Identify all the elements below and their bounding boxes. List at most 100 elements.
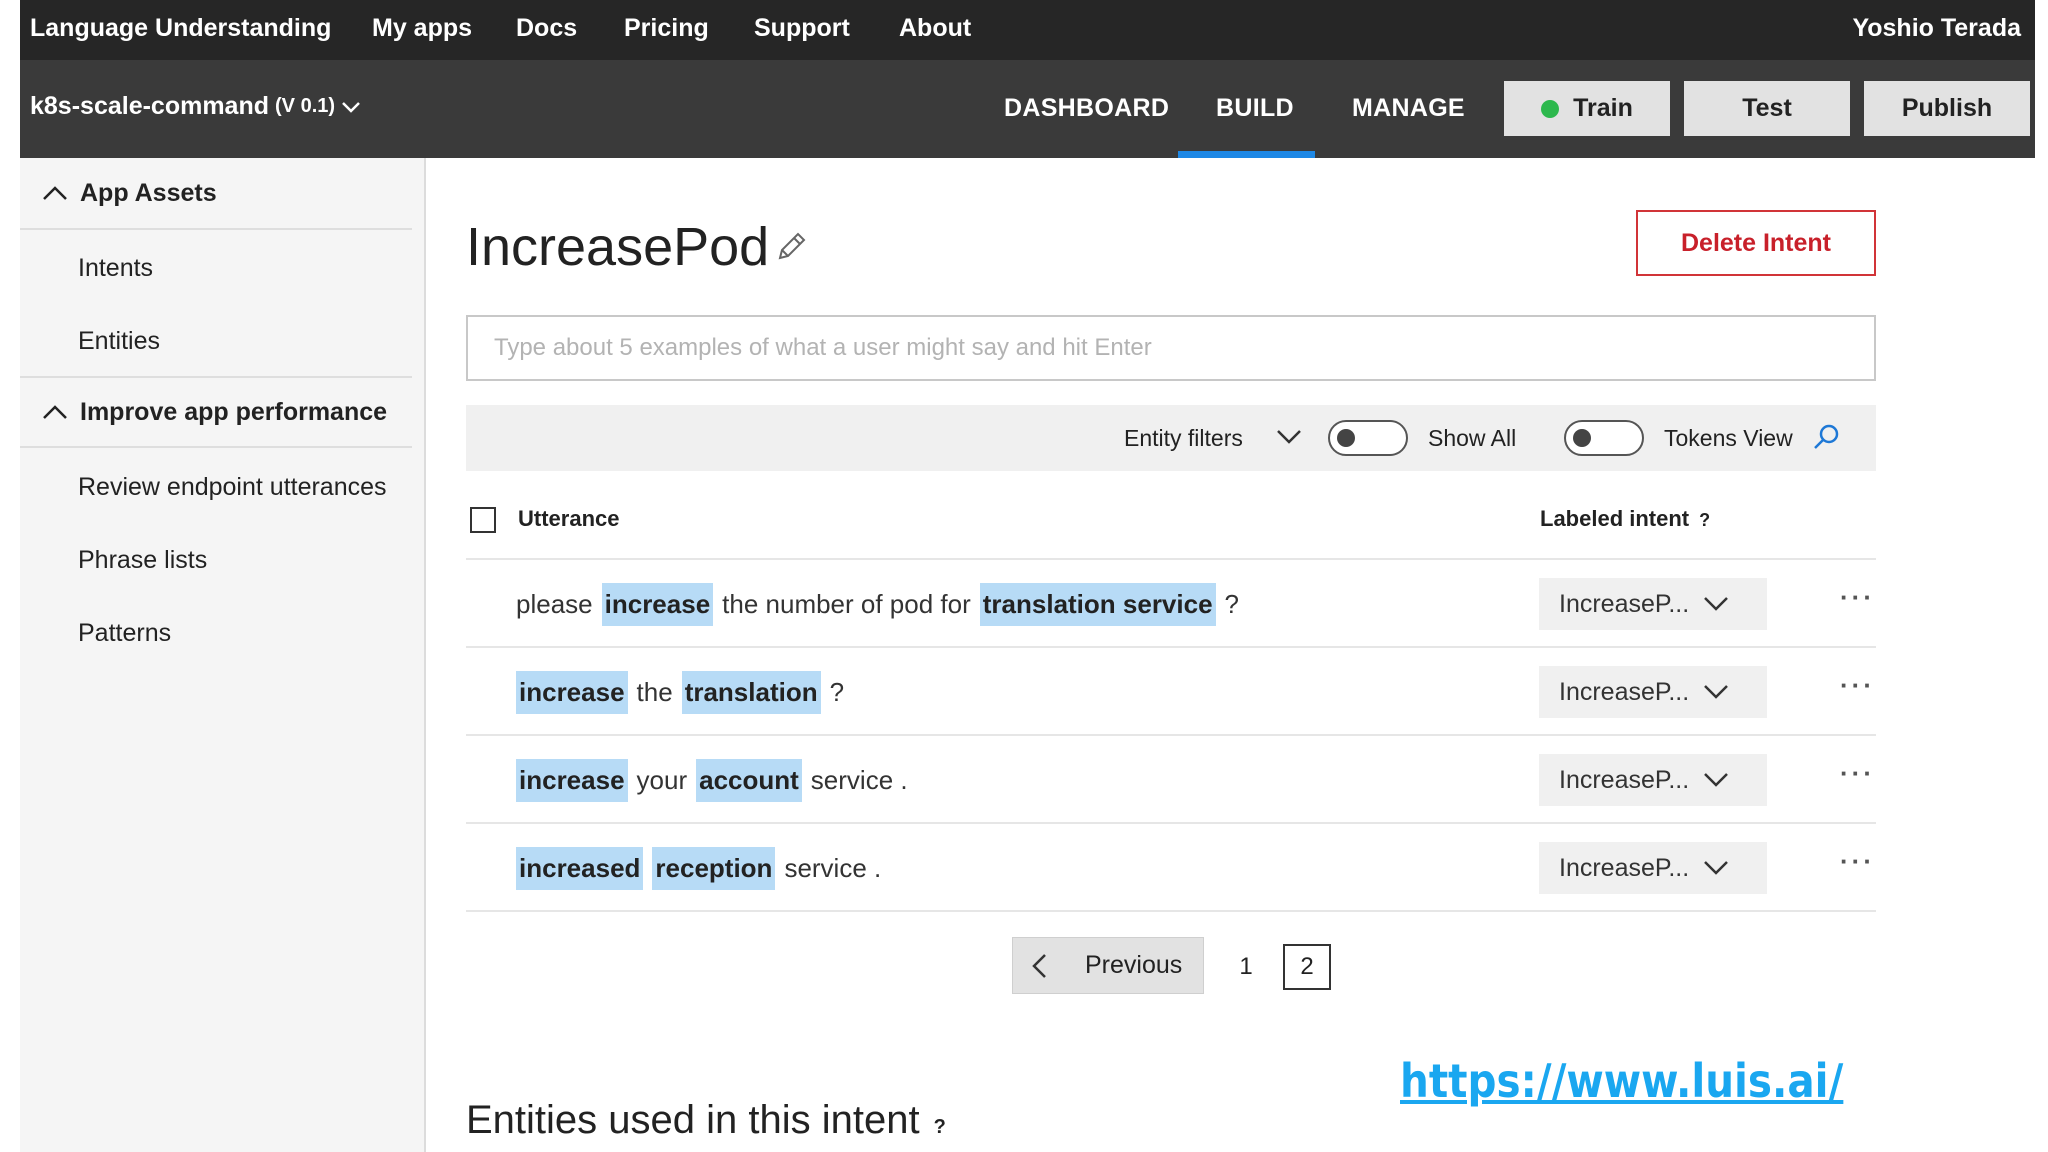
sidebar-section-label: App Assets (80, 178, 217, 207)
pencil-icon[interactable] (774, 230, 808, 264)
nav-brand[interactable]: Language Understanding (30, 14, 331, 43)
utterance-text: increased reception service . (516, 846, 890, 890)
chevron-down-icon[interactable] (1276, 429, 1302, 445)
help-icon[interactable]: ? (1699, 510, 1710, 530)
utterance-token: ? (829, 676, 845, 707)
select-all-checkbox[interactable] (470, 507, 496, 533)
intent-title: IncreasePod (466, 217, 770, 277)
train-button[interactable]: Train (1504, 81, 1670, 136)
sidebar-item-review-endpoint[interactable]: Review endpoint utterances (78, 473, 387, 502)
labeled-intent-value: IncreaseP... (1559, 677, 1690, 706)
labeled-intent-value: IncreaseP... (1559, 853, 1690, 882)
chevron-down-icon (1704, 597, 1728, 611)
utterance-token: please (516, 588, 593, 619)
luis-url-link[interactable]: https://www.luis.ai/ (1400, 1054, 1843, 1108)
entity-filters-label[interactable]: Entity filters (1124, 425, 1243, 452)
table-row[interactable]: please increase the number of pod for trans… (466, 558, 1876, 646)
sidebar-section-improve[interactable]: Improve app performance (20, 376, 412, 448)
labeled-intent-dropdown[interactable]: IncreaseP... (1539, 666, 1767, 718)
tokens-view-toggle[interactable] (1564, 420, 1644, 456)
previous-page-button[interactable]: Previous (1012, 937, 1204, 994)
show-all-label: Show All (1428, 425, 1517, 451)
publish-button[interactable]: Publish (1864, 81, 2030, 136)
chevron-down-icon (342, 101, 360, 113)
filter-bar: Entity filters Show All Tokens View (466, 405, 1876, 471)
sidebar-section-app-assets[interactable]: App Assets (20, 158, 412, 230)
app-version: (V 0.1) (275, 95, 336, 117)
utterance-text: increase the translation? (516, 670, 853, 714)
utterance-input[interactable] (466, 315, 1876, 381)
tokens-view-label: Tokens View (1664, 425, 1793, 451)
sidebar-item-entities[interactable]: Entities (78, 327, 160, 356)
train-status-dot (1541, 99, 1560, 118)
utterance-token: ? (1224, 588, 1240, 619)
entity-label[interactable]: account (696, 758, 802, 802)
toggle-knob (1573, 429, 1591, 447)
utterance-text: please increase the number of pod for trans… (516, 582, 1248, 626)
entities-title-text: Entities used in this intent (466, 1098, 920, 1142)
tab-build[interactable]: BUILD (1216, 94, 1294, 123)
toggle-knob (1337, 429, 1355, 447)
more-options-icon[interactable]: ··· (1840, 582, 1875, 613)
utterance-token: the number of pod for (722, 588, 971, 619)
labeled-intent-dropdown[interactable]: IncreaseP... (1539, 578, 1767, 630)
table-row[interactable]: increase the translation? IncreaseP... ··· (466, 646, 1876, 734)
sidebar-section-label: Improve app performance (80, 397, 388, 426)
top-nav: Language Understanding My apps Docs Pric… (20, 0, 2035, 60)
entity-label[interactable]: increased (516, 846, 644, 890)
nav-about[interactable]: About (899, 14, 971, 43)
app-version-selector[interactable]: k8s-scale-command (V 0.1) (30, 92, 361, 121)
labeled-intent-dropdown[interactable]: IncreaseP... (1539, 842, 1767, 894)
more-options-icon[interactable]: ··· (1840, 758, 1875, 789)
labeled-intent-label: Labeled intent (1540, 506, 1690, 531)
labeled-intent-dropdown[interactable]: IncreaseP... (1539, 754, 1767, 806)
tab-dashboard[interactable]: DASHBOARD (1004, 94, 1169, 123)
previous-label: Previous (1085, 951, 1183, 979)
entity-label[interactable]: reception (652, 846, 776, 890)
column-header-labeled-intent: Labeled intent? (1540, 506, 1710, 532)
app-name: k8s-scale-command (30, 92, 270, 120)
chevron-up-icon (43, 186, 67, 200)
column-header-utterance[interactable]: Utterance (518, 506, 619, 532)
entity-label[interactable]: increase (601, 582, 714, 626)
labeled-intent-value: IncreaseP... (1559, 765, 1690, 794)
table-row[interactable]: increase your account service . IncreaseP...… (466, 734, 1876, 822)
page-2-current[interactable]: 2 (1283, 944, 1331, 990)
utterance-token: the (636, 676, 673, 707)
delete-intent-button[interactable]: Delete Intent (1636, 210, 1876, 276)
entity-label[interactable]: increase (516, 758, 628, 802)
help-icon[interactable]: ? (934, 1116, 946, 1138)
test-button[interactable]: Test (1684, 81, 1850, 136)
sidebar: App Assets Intents Entities Improve app … (20, 158, 426, 1152)
utterance-token: service . (810, 764, 908, 795)
utterance-text: increase your account service . (516, 758, 917, 802)
chevron-down-icon (1704, 861, 1728, 875)
sidebar-item-intents[interactable]: Intents (78, 254, 153, 283)
sidebar-item-phrase-lists[interactable]: Phrase lists (78, 546, 207, 575)
user-menu[interactable]: Yoshio Terada (1852, 14, 2021, 43)
entity-label[interactable]: translation service (979, 582, 1216, 626)
chevron-down-icon (1704, 773, 1728, 787)
app-bar: k8s-scale-command (V 0.1) DASHBOARD BUIL… (20, 60, 2035, 158)
nav-pricing[interactable]: Pricing (624, 14, 709, 43)
chevron-down-icon (1704, 685, 1728, 699)
tab-manage[interactable]: MANAGE (1352, 94, 1465, 123)
entities-section-title: Entities used in this intent? (466, 1098, 946, 1143)
more-options-icon[interactable]: ··· (1840, 670, 1875, 701)
nav-docs[interactable]: Docs (516, 14, 577, 43)
more-options-icon[interactable]: ··· (1840, 846, 1875, 877)
table-row[interactable]: increased reception service . IncreaseP... ·… (466, 822, 1876, 910)
utterance-token: service . (784, 852, 882, 883)
labeled-intent-value: IncreaseP... (1559, 589, 1690, 618)
utterance-token: your (636, 764, 688, 795)
sidebar-item-patterns[interactable]: Patterns (78, 619, 171, 648)
entity-label[interactable]: translation (681, 670, 821, 714)
table-bottom-divider (466, 910, 1876, 912)
search-icon[interactable] (1812, 423, 1840, 451)
show-all-toggle[interactable] (1328, 420, 1408, 456)
entity-label[interactable]: increase (516, 670, 628, 714)
nav-support[interactable]: Support (754, 14, 850, 43)
nav-my-apps[interactable]: My apps (372, 14, 472, 43)
active-tab-indicator (1178, 151, 1315, 158)
page-1-link[interactable]: 1 (1222, 944, 1270, 990)
